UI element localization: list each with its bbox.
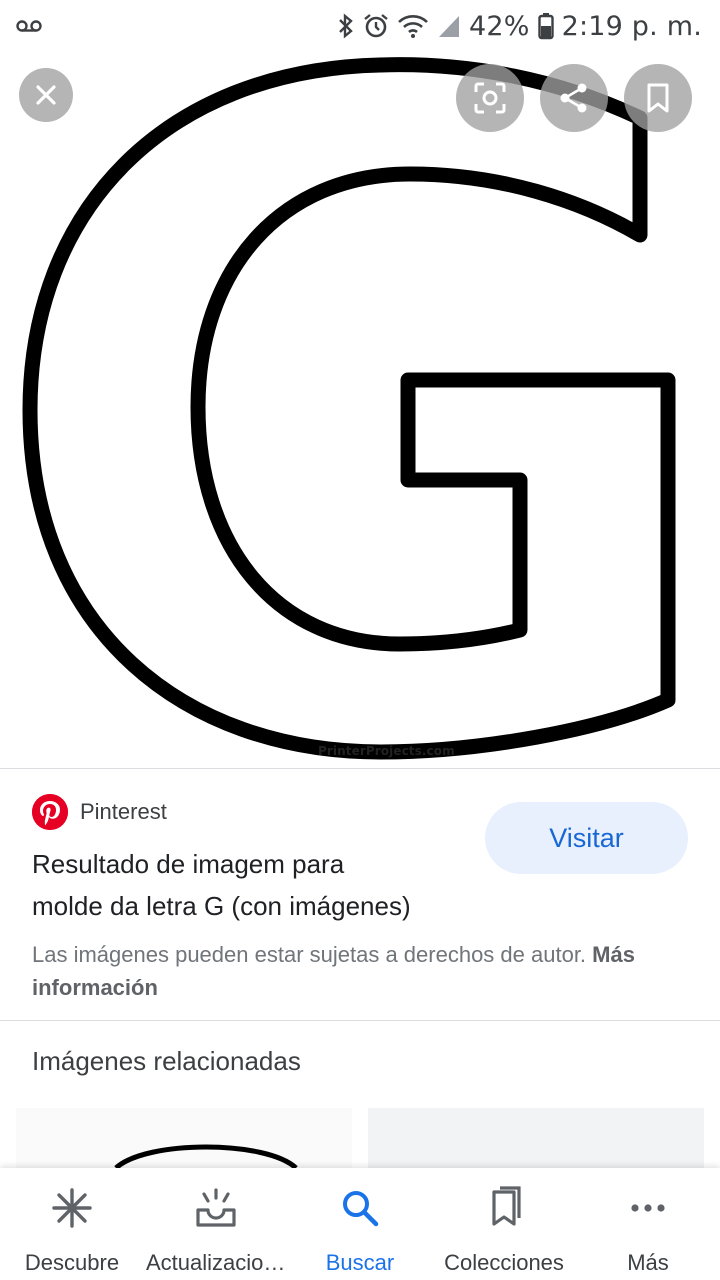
result-image[interactable]: PrinterProjects.com <box>0 0 720 768</box>
close-icon <box>36 85 56 105</box>
nav-label: Colecciones <box>444 1250 564 1275</box>
voicemail-icon <box>16 20 42 32</box>
lens-icon <box>474 82 506 114</box>
source-row: Pinterest <box>32 794 167 830</box>
search-icon <box>343 1191 379 1227</box>
bluetooth-icon <box>339 13 353 39</box>
discover-icon <box>52 1188 92 1228</box>
alarm-icon <box>364 14 388 38</box>
image-watermark: PrinterProjects.com <box>318 744 455 758</box>
battery-percent: 42% <box>468 10 530 42</box>
more-icon <box>631 1204 665 1212</box>
letter-g-image <box>22 57 676 760</box>
share-button[interactable] <box>540 64 608 132</box>
result-title[interactable]: Resultado de imagem para molde da letra … <box>32 843 472 927</box>
save-button[interactable] <box>624 64 692 132</box>
signal-icon <box>438 16 459 37</box>
close-button[interactable] <box>19 68 73 122</box>
nav-more[interactable]: Más <box>576 1168 720 1280</box>
source-name[interactable]: Pinterest <box>80 799 167 825</box>
battery-icon <box>537 13 554 40</box>
copyright-text: Las imágenes pueden estar sujetas a dere… <box>32 942 587 967</box>
wifi-icon <box>398 15 428 38</box>
nav-updates[interactable]: Actualizaciones <box>144 1168 288 1280</box>
visit-button[interactable]: Visitar <box>485 802 688 874</box>
updates-icon <box>196 1188 236 1227</box>
lens-button[interactable] <box>456 64 524 132</box>
share-icon <box>560 83 587 113</box>
nav-search[interactable]: Buscar <box>288 1168 432 1280</box>
nav-label: Buscar <box>325 1250 395 1275</box>
pinterest-logo-icon <box>32 794 68 830</box>
divider <box>0 1020 720 1021</box>
nav-label: Actualizaciones <box>146 1250 286 1275</box>
nav-collections[interactable]: Colecciones <box>432 1168 576 1280</box>
nav-label: Más <box>627 1250 669 1275</box>
related-images-heading: Imágenes relacionadas <box>32 1046 301 1076</box>
clock: 2:19 p. m. <box>561 10 702 42</box>
copyright-notice: Las imágenes pueden estar sujetas a dere… <box>32 938 672 1004</box>
status-bar: 42% 2:19 p. m. <box>0 0 720 52</box>
result-title-line1: Resultado de imagem para <box>32 849 345 879</box>
divider <box>0 768 720 769</box>
bottom-navigation: Descubre Actualizaciones Buscar Coleccio… <box>0 1168 720 1280</box>
result-title-line2: molde da letra G (con imágenes) <box>32 891 411 921</box>
nav-discover[interactable]: Descubre <box>0 1168 144 1280</box>
collections-icon <box>492 1186 521 1226</box>
nav-label: Descubre <box>24 1250 120 1275</box>
bookmark-icon <box>647 83 669 113</box>
